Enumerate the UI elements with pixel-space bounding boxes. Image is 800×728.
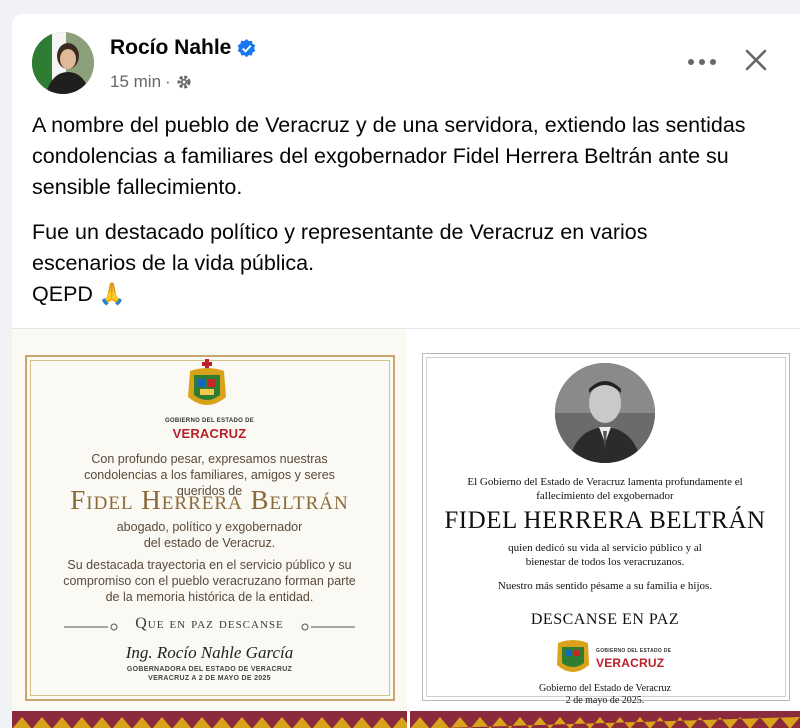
right-intro: El Gobierno del Estado de Veracruz lamen…: [467, 476, 743, 502]
deceased-legacy: Su destacada trayectoria en el servicio …: [63, 558, 356, 604]
zigzag-border: [410, 711, 800, 728]
ornament-left-icon: [64, 623, 118, 631]
condolence-card-government[interactable]: El Gobierno del Estado de Veracruz lamen…: [410, 329, 800, 728]
facebook-post: Rocío Nahle 15 min · A nombre del pueblo…: [12, 14, 800, 728]
rip-line: Que en paz descanse: [12, 615, 407, 637]
gear-icon[interactable]: [175, 73, 193, 91]
state-name: VERACRUZ: [596, 656, 665, 670]
gov-label: GOBIERNO DEL ESTADO DE: [596, 648, 672, 654]
ornament-right-icon: [301, 623, 355, 631]
condolence-card-governor[interactable]: GOBIERNO DEL ESTADO DE VERACRUZ Con prof…: [12, 329, 407, 728]
post-paragraph-1: A nombre del pueblo de Veracruz y de una…: [32, 113, 746, 199]
more-options-button[interactable]: [682, 50, 722, 74]
rip-text: Que en paz descanse: [135, 615, 284, 632]
coat-of-arms-icon: [188, 359, 226, 405]
post-images: GOBIERNO DEL ESTADO DE VERACRUZ Con prof…: [12, 328, 800, 728]
post-closing: QEPD 🙏: [32, 282, 126, 306]
deceased-name: FIDEL HERRERA BELTRÁN: [444, 507, 766, 534]
post-meta: 15 min ·: [110, 72, 193, 92]
state-name: VERACRUZ: [172, 426, 247, 441]
deceased-dedication: quien dedicó su vida al servicio público…: [508, 542, 702, 568]
gov-logo: GOBIERNO DEL ESTADO DE VERACRUZ: [596, 647, 671, 670]
gov-logo: GOBIERNO DEL ESTADO DE VERACRUZ: [12, 417, 407, 441]
close-icon: [745, 49, 767, 71]
author-name-text[interactable]: Rocío Nahle: [110, 36, 231, 60]
deceased-name: Fidel Herrera Beltrán: [70, 485, 349, 515]
author-name[interactable]: Rocío Nahle: [110, 36, 256, 60]
coat-of-arms-icon: [557, 640, 589, 672]
post-time[interactable]: 15 min: [110, 72, 161, 92]
close-button[interactable]: [738, 42, 774, 78]
signer-name: Ing. Rocío Nahle García: [125, 643, 294, 662]
condolence-text: Nuestro más sentido pésame a su familia …: [497, 580, 713, 592]
signature-date: VERACRUZ A 2 DE MAYO DE 2025: [148, 675, 271, 682]
deceased-role: abogado, político y exgobernador del est…: [116, 520, 303, 550]
signer-title: GOBERNADORA DEL ESTADO DE VERACRUZ: [126, 666, 293, 673]
zigzag-border: [12, 711, 407, 728]
verified-badge-icon: [238, 38, 256, 57]
post-text: A nombre del pueblo de Veracruz y de una…: [32, 110, 752, 310]
post-paragraph-2: Fue un destacado político y representant…: [32, 220, 648, 275]
more-options-icon: [688, 59, 716, 65]
post-header: Rocío Nahle 15 min ·: [32, 32, 800, 98]
footer-date: 2 de mayo de 2025.: [565, 695, 645, 706]
meta-separator: ·: [165, 72, 171, 91]
footer-issuer: Gobierno del Estado de Veracruz: [539, 683, 671, 694]
avatar[interactable]: [32, 32, 94, 94]
deceased-photo: [555, 363, 655, 463]
rip-text: DESCANSE EN PAZ: [530, 611, 680, 628]
gov-label: GOBIERNO DEL ESTADO DE: [164, 418, 255, 424]
